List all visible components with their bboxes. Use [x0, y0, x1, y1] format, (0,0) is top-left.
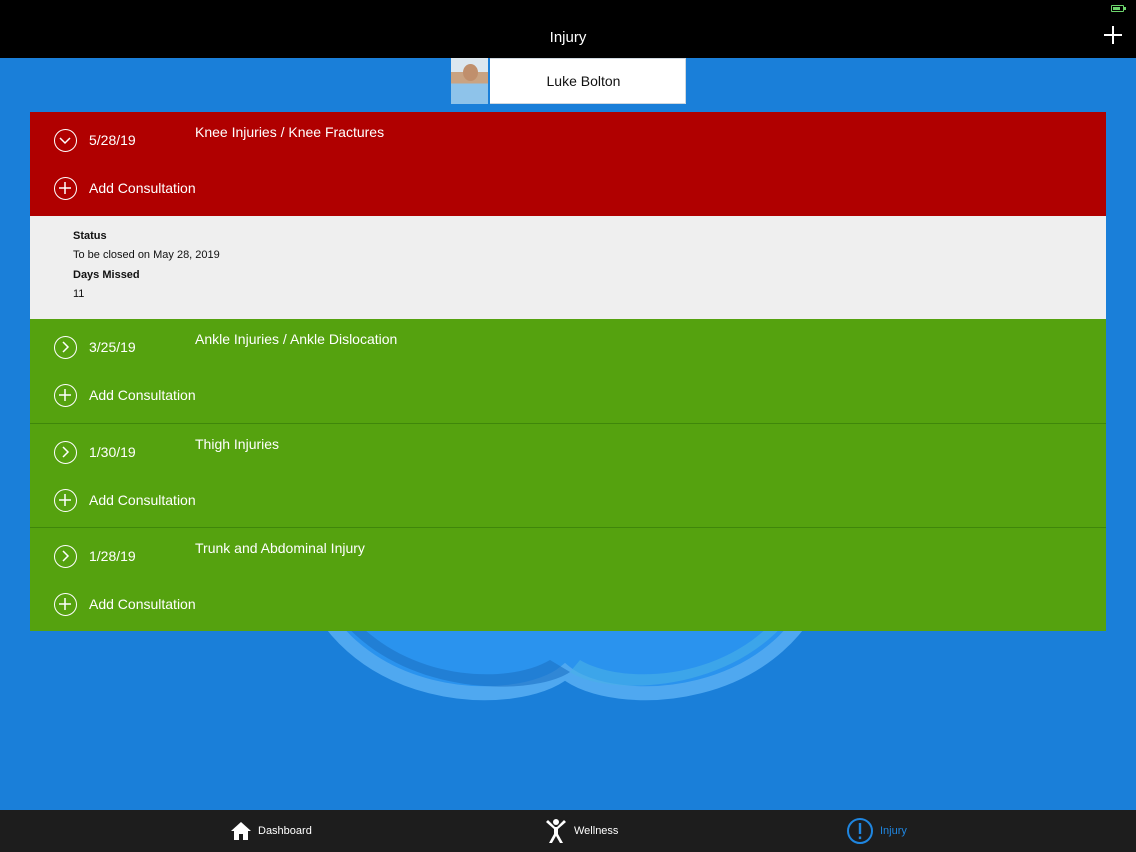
add-consultation-icon[interactable]: [54, 593, 77, 616]
tab-wellness-label: Wellness: [574, 825, 619, 837]
injury-item[interactable]: 3/25/19 Ankle Injuries / Ankle Dislocati…: [30, 319, 1106, 423]
plus-icon: [59, 182, 71, 194]
top-bar: Injury: [0, 0, 1136, 58]
home-icon: [231, 822, 251, 840]
status-value: To be closed on May 28, 2019: [73, 249, 220, 261]
tab-dashboard[interactable]: Dashboard: [230, 810, 312, 852]
tab-dashboard-label: Dashboard: [258, 825, 312, 837]
person-stretch-icon: [546, 819, 566, 843]
battery-icon: [1111, 5, 1126, 12]
injury-details: Status To be closed on May 28, 2019 Days…: [30, 216, 1106, 319]
expand-toggle[interactable]: [54, 336, 77, 359]
add-consultation-icon[interactable]: [54, 384, 77, 407]
injury-type: Thigh Injuries: [195, 436, 280, 452]
injury-date: 3/25/19: [89, 339, 136, 355]
add-injury-button[interactable]: [1104, 26, 1122, 44]
days-missed-value: 11: [73, 288, 85, 300]
days-missed-label: Days Missed: [73, 269, 140, 281]
player-name: Luke Bolton: [546, 73, 621, 89]
plus-icon: [59, 494, 71, 506]
add-consultation-icon[interactable]: [54, 177, 77, 200]
add-consultation-button[interactable]: Add Consultation: [89, 596, 196, 612]
chevron-right-icon: [62, 341, 70, 353]
chevron-down-icon: [59, 137, 71, 145]
add-consultation-button[interactable]: Add Consultation: [89, 387, 196, 403]
injury-type: Ankle Injuries / Ankle Dislocation: [195, 331, 398, 347]
alert-icon: [847, 818, 873, 844]
injury-list: 5/28/19 Knee Injuries / Knee Fractures A…: [30, 112, 1106, 631]
add-consultation-icon[interactable]: [54, 489, 77, 512]
add-consultation-button[interactable]: Add Consultation: [89, 180, 196, 196]
page-title: Injury: [549, 29, 587, 46]
plus-icon: [59, 598, 71, 610]
status-label: Status: [73, 230, 107, 242]
chevron-right-icon: [62, 446, 70, 458]
injury-date: 1/28/19: [89, 548, 136, 564]
injury-type: Trunk and Abdominal Injury: [195, 540, 365, 556]
injury-item[interactable]: 1/28/19 Trunk and Abdominal Injury Add C…: [30, 527, 1106, 631]
expand-toggle[interactable]: [54, 441, 77, 464]
chevron-right-icon: [62, 550, 70, 562]
injury-type: Knee Injuries / Knee Fractures: [195, 124, 385, 140]
injury-date: 5/28/19: [89, 132, 136, 148]
expand-toggle[interactable]: [54, 545, 77, 568]
tab-wellness[interactable]: Wellness: [544, 810, 618, 852]
plus-icon: [59, 389, 71, 401]
player-avatar: [451, 58, 490, 104]
collapse-toggle[interactable]: [54, 129, 77, 152]
player-selector[interactable]: Luke Bolton: [451, 58, 686, 104]
injury-item[interactable]: 5/28/19 Knee Injuries / Knee Fractures A…: [30, 112, 1106, 216]
tab-bar: Dashboard Wellness Injury: [0, 810, 1136, 852]
add-consultation-button[interactable]: Add Consultation: [89, 492, 196, 508]
injury-date: 1/30/19: [89, 444, 136, 460]
tab-injury-label: Injury: [880, 825, 907, 837]
injury-item[interactable]: 1/30/19 Thigh Injuries Add Consultation: [30, 423, 1106, 527]
tab-injury[interactable]: Injury: [846, 810, 907, 852]
